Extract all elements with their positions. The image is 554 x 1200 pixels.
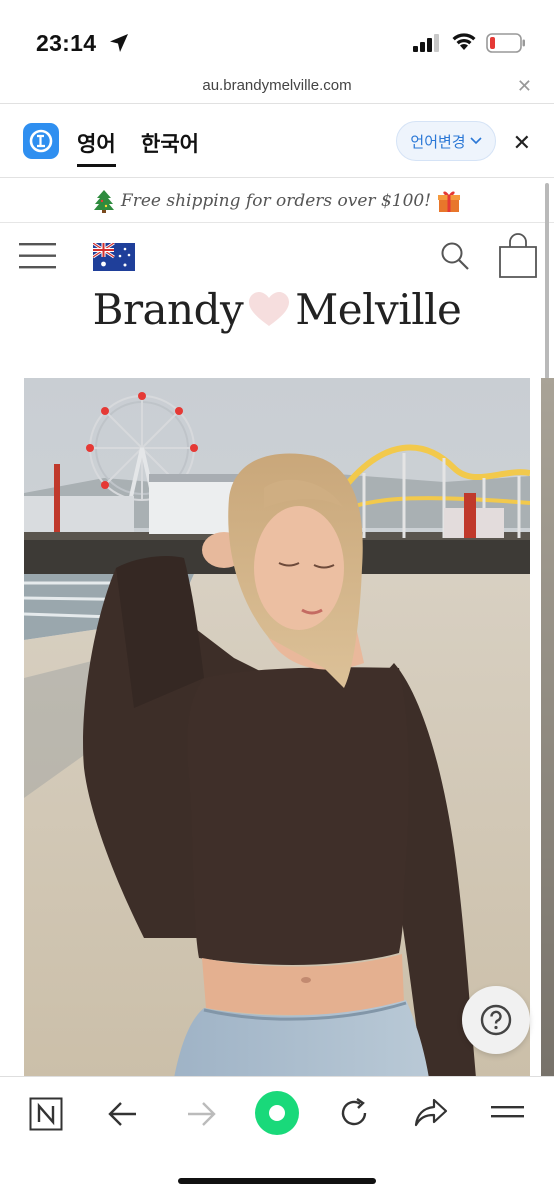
tab-korean[interactable]: 한국어 [141, 128, 199, 158]
status-bar: 23:14 [0, 0, 554, 70]
hero-photo-illustration [24, 378, 530, 1078]
page-scrollbar[interactable] [545, 183, 549, 379]
more-menu-icon[interactable] [491, 1104, 525, 1120]
gift-icon [438, 191, 461, 212]
shopping-bag-icon[interactable] [498, 233, 538, 279]
signal-icon [413, 34, 439, 52]
battery-icon [486, 33, 525, 53]
help-button[interactable] [462, 986, 530, 1054]
close-translate-button[interactable]: ✕ [513, 130, 531, 156]
menu-icon[interactable] [19, 243, 57, 269]
brand-name-left: Brandy [92, 285, 244, 334]
brand-name-right: Melville [295, 285, 462, 334]
wifi-icon [452, 33, 476, 50]
translate-logo-icon [23, 123, 59, 159]
url-bar[interactable]: au.brandymelville.com ✕ [0, 70, 554, 104]
australia-flag-icon[interactable] [93, 243, 135, 271]
search-icon[interactable] [440, 241, 470, 271]
brand-logo[interactable]: Brandy Melville [0, 285, 554, 334]
location-arrow-icon [110, 34, 128, 52]
naver-icon[interactable] [29, 1097, 63, 1131]
url-text[interactable]: au.brandymelville.com [0, 77, 554, 94]
translate-bar: 영어 한국어 언어변경 ✕ [0, 104, 554, 178]
status-time: 23:14 [36, 30, 97, 56]
green-dot-icon[interactable] [255, 1091, 299, 1135]
help-icon [480, 1004, 512, 1036]
change-language-button[interactable]: 언어변경 [396, 121, 496, 161]
announcement-bar: Free shipping for orders over $100! [0, 179, 554, 223]
hero-product-photo[interactable] [24, 378, 530, 1078]
forward-icon[interactable] [186, 1101, 216, 1127]
back-icon[interactable] [108, 1101, 138, 1127]
close-icon[interactable]: ✕ [517, 76, 532, 97]
share-icon[interactable] [414, 1097, 448, 1127]
change-language-label: 언어변경 [410, 133, 466, 151]
next-photo-peek[interactable] [541, 378, 554, 1078]
heart-icon [249, 291, 290, 326]
chevron-down-icon [470, 137, 482, 145]
home-indicator[interactable] [178, 1178, 376, 1184]
reload-icon[interactable] [338, 1097, 370, 1129]
announcement-text: Free shipping for orders over $100! [120, 190, 432, 211]
tab-english[interactable]: 영어 [77, 128, 116, 167]
christmas-tree-icon [93, 189, 114, 213]
